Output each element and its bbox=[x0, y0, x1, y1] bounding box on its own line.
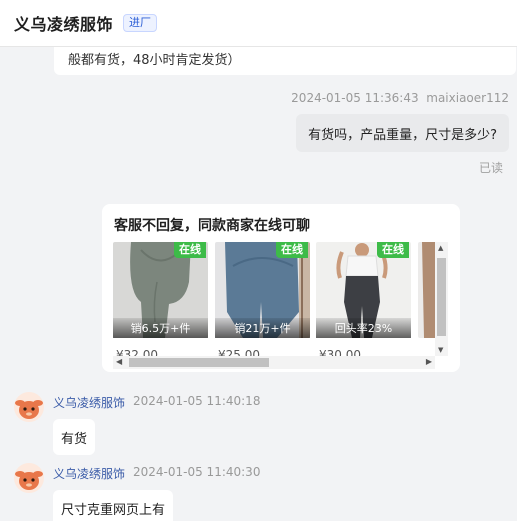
scroll-up-icon[interactable]: ▲ bbox=[438, 244, 443, 252]
sent-timestamp: 2024-01-05 11:36:43 bbox=[291, 91, 419, 105]
product-price: ¥25.00 bbox=[218, 348, 260, 356]
recommend-card-title: 客服不回复，同款商家在线可聊 bbox=[114, 218, 310, 234]
scroll-down-icon[interactable]: ▼ bbox=[438, 346, 443, 354]
scroll-right-icon[interactable]: ▶ bbox=[426, 357, 432, 366]
sent-message-bubble: 有货吗，产品重量，尺寸是多少? bbox=[296, 114, 509, 152]
product-list: 在线 销6.5万+件 ¥32.00 在线 销21万+件 ¥25.00 在线 回头… bbox=[113, 242, 435, 356]
received-message-text: 尺寸克重网页上有 bbox=[61, 502, 166, 518]
previous-message-text: 般都有货，48小时肯定发货） bbox=[68, 53, 241, 68]
previous-message-bubble: 般都有货，48小时肯定发货） bbox=[54, 47, 516, 75]
shop-avatar-icon[interactable] bbox=[14, 463, 44, 493]
sender-name[interactable]: 义乌凌绣服饰 bbox=[53, 465, 125, 482]
sent-message-text: 有货吗，产品重量，尺寸是多少? bbox=[308, 127, 497, 143]
online-tag: 在线 bbox=[377, 242, 409, 258]
message-timestamp: 2024-01-05 11:40:18 bbox=[133, 394, 261, 408]
scroll-left-icon[interactable]: ◀ bbox=[116, 357, 122, 366]
product-sales: 销6.5万+件 bbox=[113, 318, 208, 338]
received-message-bubble: 有货 bbox=[53, 419, 96, 455]
vertical-scroll-thumb[interactable] bbox=[437, 258, 446, 336]
factory-badge[interactable]: 进厂 bbox=[123, 14, 158, 32]
chat-header: 义乌凌绣服饰 进厂 bbox=[0, 0, 517, 47]
chat-area[interactable]: 般都有货，48小时肯定发货） 2024-01-05 11:36:43 maixi… bbox=[0, 47, 517, 521]
shop-avatar-icon[interactable] bbox=[14, 392, 44, 422]
read-status: 已读 bbox=[478, 161, 503, 175]
sent-message-meta: 2024-01-05 11:36:43 maixiaoer112 bbox=[291, 91, 509, 105]
online-tag: 在线 bbox=[276, 242, 308, 258]
vertical-scrollbar[interactable]: ▲ ▼ bbox=[435, 242, 448, 356]
received-message-bubble: 尺寸克重网页上有 bbox=[53, 490, 174, 521]
product-sales: 销21万+件 bbox=[215, 318, 310, 338]
product-item[interactable]: 在线 bbox=[418, 242, 435, 356]
product-image[interactable] bbox=[418, 242, 435, 338]
online-tag: 在线 bbox=[174, 242, 206, 258]
received-message-text: 有货 bbox=[61, 431, 88, 447]
product-price: ¥32.00 bbox=[116, 348, 158, 356]
recommend-card: 客服不回复，同款商家在线可聊 在线 销6.5万+件 ¥32.00 在线 销21万… bbox=[102, 204, 460, 372]
message-timestamp: 2024-01-05 11:40:30 bbox=[133, 465, 261, 479]
sent-username: maixiaoer112 bbox=[426, 91, 509, 105]
product-item[interactable]: 在线 回头率23% ¥30.00 bbox=[316, 242, 411, 356]
product-item[interactable]: 在线 销21万+件 ¥25.00 bbox=[215, 242, 310, 356]
shop-name[interactable]: 义乌凌绣服饰 bbox=[14, 11, 113, 35]
product-sales: 回头率23% bbox=[316, 318, 411, 338]
horizontal-scroll-thumb[interactable] bbox=[129, 358, 269, 367]
horizontal-scrollbar[interactable]: ◀ ▶ bbox=[113, 356, 435, 369]
product-price: ¥30.00 bbox=[319, 348, 361, 356]
sender-name[interactable]: 义乌凌绣服饰 bbox=[53, 394, 125, 411]
product-item[interactable]: 在线 销6.5万+件 ¥32.00 bbox=[113, 242, 208, 356]
